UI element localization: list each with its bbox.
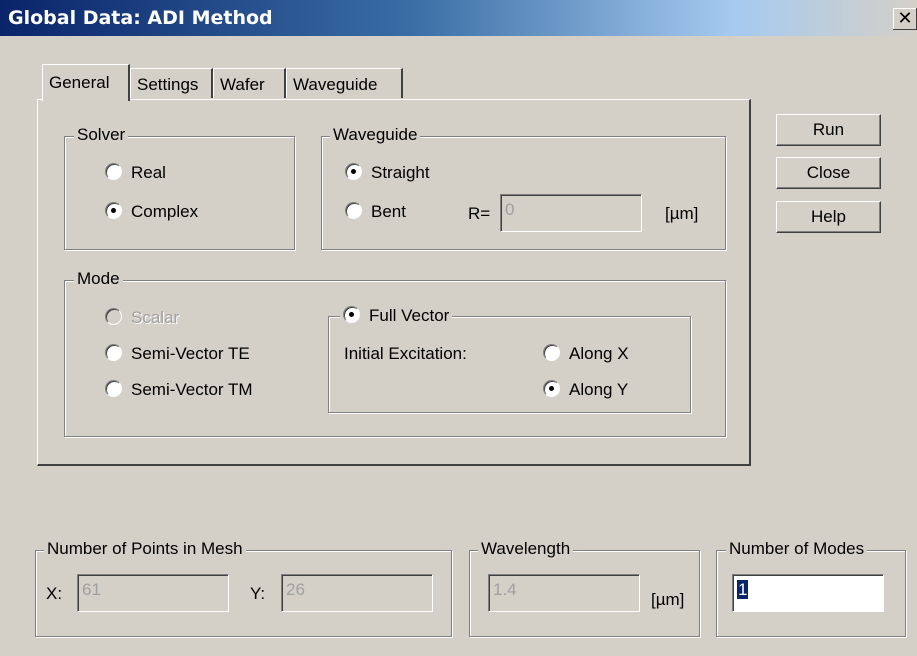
radio-label: Complex (131, 202, 199, 221)
close-button[interactable]: Close (776, 157, 881, 189)
modes-selected-value: 1 (737, 580, 749, 599)
wavelength-unit: [µm] (651, 590, 685, 609)
radio-unchecked-icon[interactable] (345, 202, 362, 219)
run-button[interactable]: Run (776, 114, 881, 146)
solver-real-radio[interactable]: Real (105, 162, 166, 184)
solver-complex-radio[interactable]: Complex (105, 201, 198, 223)
initial-excitation-label: Initial Excitation: (344, 344, 467, 363)
mode-semi-te-radio[interactable]: Semi-Vector TE (105, 343, 250, 365)
waveguide-group-label: Waveguide (330, 125, 421, 145)
radio-label: Full Vector (369, 306, 450, 325)
radio-checked-icon[interactable] (105, 202, 122, 219)
radio-unchecked-icon[interactable] (105, 163, 122, 180)
tab-general[interactable]: General (42, 64, 130, 101)
excitation-along-y-radio[interactable]: Along Y (543, 379, 628, 401)
radius-unit: [µm] (665, 204, 699, 223)
help-button[interactable]: Help (776, 201, 881, 233)
radio-unchecked-icon[interactable] (543, 344, 560, 361)
radius-label: R= (468, 204, 491, 223)
excitation-along-x-radio[interactable]: Along X (543, 343, 629, 365)
radio-checked-icon[interactable] (543, 380, 560, 397)
radio-label: Straight (371, 163, 430, 182)
mode-group-label: Mode (74, 269, 123, 289)
mode-full-vector-radio[interactable]: Full Vector (340, 305, 453, 327)
solver-group-label: Solver (74, 125, 129, 145)
mode-semi-tm-radio[interactable]: Semi-Vector TM (105, 379, 253, 401)
radio-label: Bent (371, 202, 406, 221)
radio-checked-icon[interactable] (345, 163, 362, 180)
radio-label: Semi-Vector TM (131, 380, 253, 399)
wavelength-input[interactable]: 1.4 (488, 574, 640, 612)
solver-group (64, 136, 295, 250)
number-of-modes-input[interactable]: 1 (732, 574, 884, 612)
radio-unchecked-icon[interactable] (105, 380, 122, 397)
modes-group-label: Number of Modes (726, 539, 868, 559)
radius-input[interactable]: 0 (500, 194, 642, 232)
mesh-x-label: X: (46, 584, 63, 603)
mesh-y-label: Y: (250, 584, 266, 603)
waveguide-group (321, 136, 726, 250)
radio-label: Along X (569, 344, 629, 363)
close-icon[interactable]: ✕ (893, 8, 917, 30)
radio-label: Real (131, 163, 166, 182)
mesh-group-label: Number of Points in Mesh (44, 539, 246, 559)
mode-scalar-radio[interactable]: Scalar (105, 307, 179, 329)
waveguide-bent-radio[interactable]: Bent (345, 201, 406, 223)
tab-settings[interactable]: Settings (130, 68, 213, 98)
tab-wafer[interactable]: Wafer (213, 68, 286, 98)
tab-waveguide[interactable]: Waveguide (286, 68, 403, 98)
radio-unchecked-icon[interactable] (105, 308, 122, 325)
radio-label: Scalar (131, 308, 180, 327)
mesh-y-input[interactable]: 26 (281, 574, 433, 612)
radio-unchecked-icon[interactable] (105, 344, 122, 361)
radio-checked-icon[interactable] (343, 306, 360, 323)
waveguide-straight-radio[interactable]: Straight (345, 162, 430, 184)
radio-label: Semi-Vector TE (131, 344, 250, 363)
radio-label: Along Y (569, 380, 629, 399)
wavelength-group-label: Wavelength (478, 539, 574, 559)
mesh-x-input[interactable]: 61 (77, 574, 229, 612)
window-title: Global Data: ADI Method (8, 7, 273, 29)
